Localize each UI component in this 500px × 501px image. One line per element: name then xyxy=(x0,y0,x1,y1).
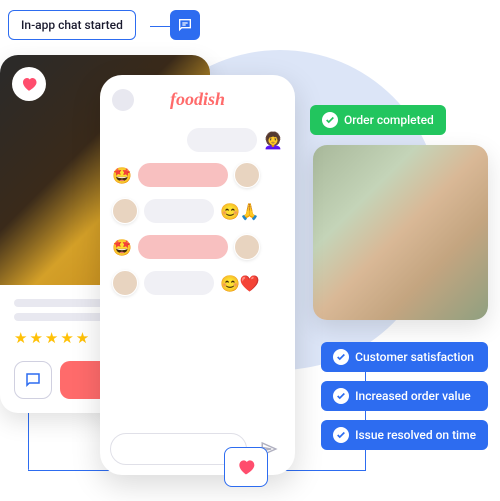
message-bubble xyxy=(138,163,228,187)
metric-label: Customer satisfaction xyxy=(355,350,474,364)
heart-badge xyxy=(224,447,268,487)
favorite-button[interactable] xyxy=(12,67,46,101)
message-bubble xyxy=(144,271,214,295)
message-row: 🤩 xyxy=(112,234,283,260)
chat-button[interactable] xyxy=(14,361,52,399)
metric-badge: Customer satisfaction xyxy=(321,342,488,372)
metric-label: Issue resolved on time xyxy=(355,428,476,442)
customer-photo xyxy=(313,145,488,320)
heart-icon xyxy=(20,75,38,93)
heart-icon xyxy=(236,457,256,477)
app-title: foodish xyxy=(170,89,225,110)
message-row: 👩‍🦱 xyxy=(112,128,283,152)
header-avatar xyxy=(112,89,134,111)
connector-line xyxy=(150,26,170,27)
check-icon xyxy=(333,388,349,404)
check-icon xyxy=(333,349,349,365)
user-avatar xyxy=(234,234,260,260)
reaction-emoji: 😊❤️ xyxy=(220,274,260,293)
chat-header: foodish xyxy=(110,89,285,110)
check-icon xyxy=(322,112,338,128)
message-row: 😊❤️ xyxy=(112,270,283,296)
chat-bubble-icon xyxy=(24,371,42,389)
reaction-emoji: 🤩 xyxy=(112,238,132,257)
chat-body: 👩‍🦱 🤩 😊🙏 🤩 😊❤️ xyxy=(110,124,285,425)
metrics-list: Customer satisfaction Increased order va… xyxy=(321,342,488,450)
chat-bubble-icon xyxy=(177,17,193,33)
reaction-emoji: 😊🙏 xyxy=(220,202,260,221)
check-icon xyxy=(333,427,349,443)
order-completed-badge: Order completed xyxy=(310,105,446,135)
user-avatar xyxy=(112,198,138,224)
metric-badge: Increased order value xyxy=(321,381,488,411)
user-avatar xyxy=(112,270,138,296)
chat-app-window: foodish 👩‍🦱 🤩 😊🙏 🤩 😊❤️ xyxy=(100,75,295,475)
metric-label: Increased order value xyxy=(355,389,471,403)
message-row: 🤩 xyxy=(112,162,283,188)
message-bubble xyxy=(138,235,228,259)
message-row: 😊🙏 xyxy=(112,198,283,224)
order-completed-label: Order completed xyxy=(344,113,434,127)
chat-started-label: In-app chat started xyxy=(21,18,123,32)
message-bubble xyxy=(144,199,214,223)
metric-badge: Issue resolved on time xyxy=(321,420,488,450)
chat-icon-badge xyxy=(170,10,200,40)
reaction-emoji: 👩‍🦱 xyxy=(263,131,283,150)
user-avatar xyxy=(234,162,260,188)
message-bubble xyxy=(187,128,257,152)
reaction-emoji: 🤩 xyxy=(112,166,132,185)
chat-started-badge: In-app chat started xyxy=(8,10,136,40)
